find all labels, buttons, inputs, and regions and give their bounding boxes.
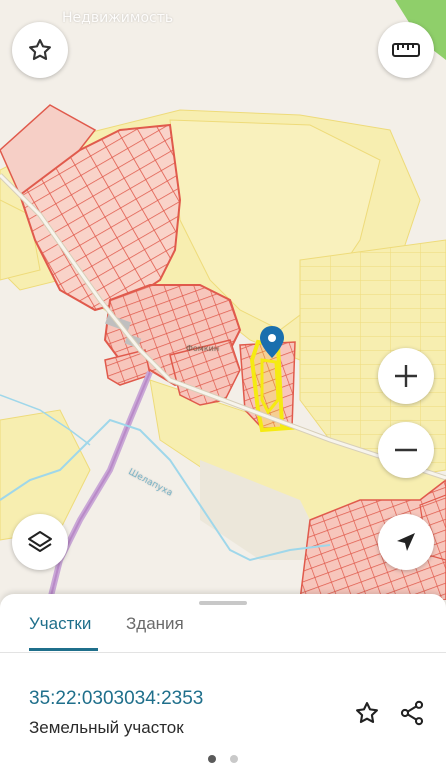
favorite-map-button[interactable] bbox=[12, 22, 68, 78]
cadastral-number-link[interactable]: 35:22:0303034:2353 bbox=[29, 688, 203, 710]
share-button[interactable] bbox=[395, 696, 429, 730]
minus-icon bbox=[395, 448, 417, 452]
active-tab-indicator bbox=[29, 648, 98, 651]
map-view[interactable]: Недвижимость Фомкин Шелапуха bbox=[0, 0, 446, 601]
ruler-icon bbox=[392, 43, 420, 57]
pager-dot-active bbox=[208, 755, 216, 763]
bottom-sheet[interactable]: Участки Здания 35:22:0303034:2353 Земель… bbox=[0, 594, 446, 768]
sheet-drag-handle[interactable] bbox=[199, 601, 247, 605]
my-location-button[interactable] bbox=[378, 514, 434, 570]
favorite-parcel-button[interactable] bbox=[350, 696, 384, 730]
star-outline-icon bbox=[29, 39, 51, 61]
share-icon bbox=[400, 700, 424, 726]
tab-buildings[interactable]: Здания bbox=[126, 614, 184, 634]
zoom-out-button[interactable] bbox=[378, 422, 434, 478]
plus-icon bbox=[395, 365, 417, 387]
star-outline-icon bbox=[356, 702, 378, 724]
map-label-village: Фомкин bbox=[186, 344, 220, 353]
parcel-type-label: Земельный участок bbox=[29, 718, 184, 737]
tabs-divider bbox=[0, 652, 446, 653]
navigation-arrow-icon bbox=[397, 533, 415, 551]
layers-icon bbox=[28, 531, 52, 552]
layers-button[interactable] bbox=[12, 514, 68, 570]
ruler-button[interactable] bbox=[378, 22, 434, 78]
zoom-in-button[interactable] bbox=[378, 348, 434, 404]
tab-parcels[interactable]: Участки bbox=[29, 614, 91, 634]
pager-dot bbox=[230, 755, 238, 763]
map-canvas[interactable] bbox=[0, 0, 446, 601]
map-label-realestate: Недвижимость bbox=[62, 10, 174, 26]
